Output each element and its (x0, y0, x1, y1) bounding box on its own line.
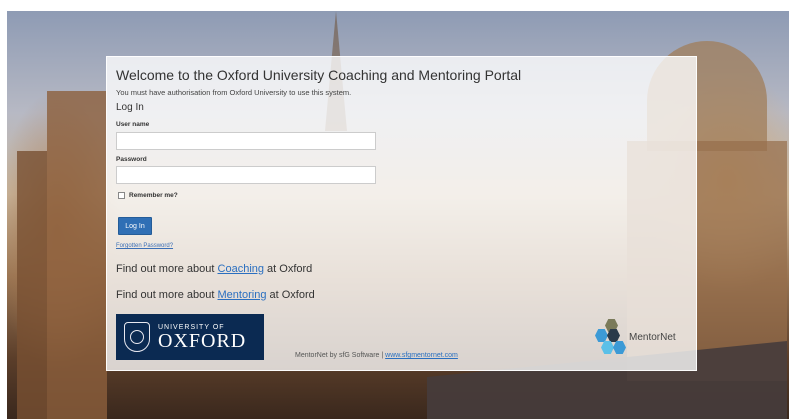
page-title: Welcome to the Oxford University Coachin… (116, 67, 522, 83)
username-label: User name (116, 121, 150, 128)
remember-me[interactable]: Remember me? (118, 192, 178, 199)
mentornet-hex-icon (601, 341, 614, 354)
login-heading: Log In (116, 102, 144, 113)
authorisation-notice: You must have authorisation from Oxford … (116, 88, 352, 97)
background-tower (17, 151, 47, 419)
password-input[interactable] (116, 166, 376, 184)
coaching-link[interactable]: Coaching (218, 263, 264, 275)
oxford-logo-text: UNIVERSITY OF OXFORD (158, 324, 246, 351)
oxford-logo-line2: OXFORD (158, 329, 247, 352)
find-out-coaching: Find out more about Coaching at Oxford (116, 263, 312, 275)
oxford-university-logo: UNIVERSITY OF OXFORD (116, 314, 264, 360)
login-panel: Welcome to the Oxford University Coachin… (106, 56, 697, 371)
find-out-mentoring-prefix: Find out more about (116, 289, 218, 301)
find-out-mentoring: Find out more about Mentoring at Oxford (116, 289, 315, 301)
password-label: Password (116, 156, 147, 163)
crest-emblem (130, 330, 144, 344)
remember-me-checkbox[interactable] (118, 192, 125, 199)
find-out-coaching-suffix: at Oxford (264, 263, 313, 275)
footer-credit: MentorNet by sfG Software | www.sfgmento… (295, 352, 458, 359)
mentoring-link[interactable]: Mentoring (218, 289, 267, 301)
mentornet-hex-icon (595, 329, 608, 342)
username-input[interactable] (116, 132, 376, 150)
mentornet-label: MentorNet (629, 332, 676, 343)
oxford-crest-icon (124, 322, 150, 352)
forgot-password-link[interactable]: Forgotten Password? (116, 243, 173, 249)
find-out-mentoring-suffix: at Oxford (266, 289, 315, 301)
mentornet-hex-icon (613, 341, 626, 354)
login-button[interactable]: Log In (118, 217, 152, 235)
footer-website-link[interactable]: www.sfgmentornet.com (385, 352, 458, 359)
mentornet-logo: MentorNet (591, 317, 691, 361)
find-out-coaching-prefix: Find out more about (116, 263, 218, 275)
background-tower (47, 91, 107, 419)
remember-me-label[interactable]: Remember me? (129, 192, 178, 199)
footer-text: MentorNet by sfG Software | (295, 352, 386, 359)
